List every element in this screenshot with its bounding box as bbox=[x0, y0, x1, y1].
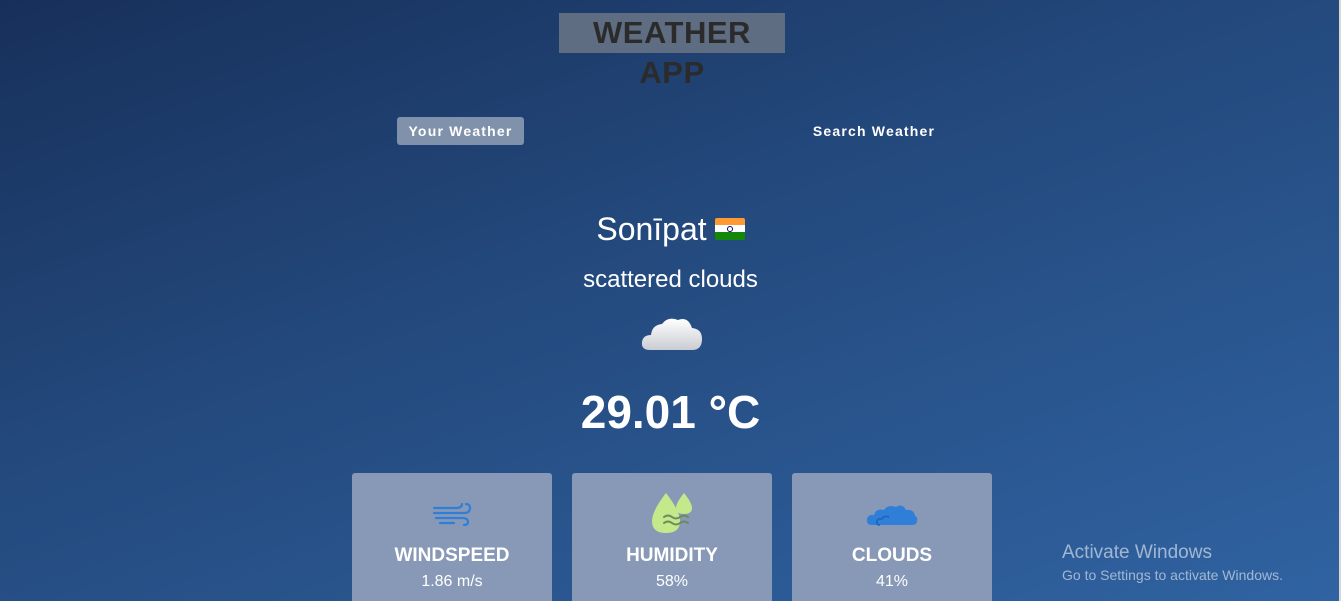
india-flag-icon bbox=[714, 217, 745, 240]
windspeed-card: WINDSPEED 1.86 m/s bbox=[352, 473, 552, 601]
city-row: Sonīpat bbox=[0, 208, 1341, 250]
humidity-label: HUMIDITY bbox=[626, 545, 718, 566]
tab-your-weather[interactable]: Your Weather bbox=[397, 117, 524, 145]
humidity-value: 58% bbox=[655, 573, 689, 590]
cloud-icon bbox=[792, 503, 992, 532]
windspeed-label: WINDSPEED bbox=[394, 545, 510, 566]
windows-activation-watermark: Activate Windows Go to Settings to activ… bbox=[1062, 541, 1283, 585]
city-name: Sonīpat bbox=[596, 211, 707, 247]
watermark-subtitle: Go to Settings to activate Windows. bbox=[1062, 567, 1283, 583]
humidity-card: HUMIDITY 58% bbox=[572, 473, 772, 601]
app-title: WEATHER APP bbox=[559, 13, 785, 90]
humidity-icon bbox=[572, 489, 772, 542]
tab-search-weather[interactable]: Search Weather bbox=[806, 117, 942, 145]
cloud-icon bbox=[638, 312, 706, 356]
wind-icon bbox=[352, 501, 552, 532]
clouds-value: 41% bbox=[875, 573, 909, 590]
watermark-title: Activate Windows bbox=[1062, 542, 1212, 563]
windspeed-value: 1.86 m/s bbox=[421, 573, 483, 590]
clouds-label: CLOUDS bbox=[851, 545, 933, 566]
clouds-card: CLOUDS 41% bbox=[792, 473, 992, 601]
temperature: 29.01 °C bbox=[580, 386, 761, 438]
weather-description: scattered clouds bbox=[583, 266, 758, 293]
